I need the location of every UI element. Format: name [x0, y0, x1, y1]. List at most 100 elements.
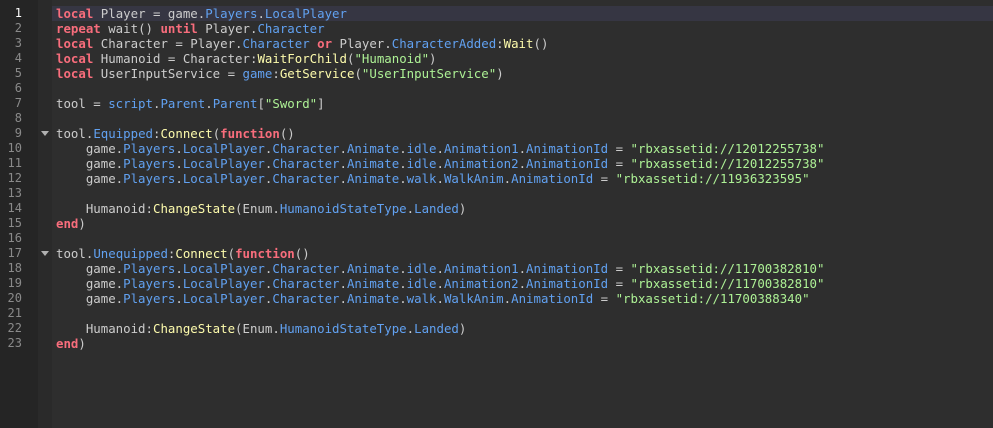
keyword-token: function — [220, 126, 280, 141]
identifier-token: . — [175, 261, 183, 276]
identifier-token: ) — [496, 66, 504, 81]
code-editor[interactable]: 1 2 3 4 5 6 7 8 9 10 11 12 13 14 15 16 17 18 19 20 21 22 23 lo… — [0, 0, 993, 428]
code-line[interactable]: game.Players.LocalPlayer.Character.Anima… — [52, 261, 993, 276]
code-line[interactable]: local Humanoid = Character:WaitForChild(… — [52, 51, 993, 66]
code-line-content: local UserInputService = game:GetService… — [56, 66, 504, 81]
property-token: Players — [123, 141, 176, 156]
code-line[interactable]: game.Players.LocalPlayer.Character.Anima… — [52, 141, 993, 156]
identifier-token: . — [518, 141, 527, 156]
code-line-content: game.Players.LocalPlayer.Character.Anima… — [56, 156, 825, 171]
code-line[interactable] — [52, 231, 993, 246]
identifier-token: ( — [227, 246, 236, 261]
line-number: 14 — [7, 201, 22, 215]
line-number: 8 — [14, 111, 22, 125]
property-token: Character — [272, 156, 340, 171]
property-token: Players — [123, 261, 176, 276]
property-token: walk — [406, 291, 437, 306]
code-line[interactable]: tool.Equipped:Connect(function() — [52, 126, 993, 141]
identifier-token: . — [175, 141, 183, 156]
code-line-content: game.Players.LocalPlayer.Character.Anima… — [56, 291, 810, 306]
fold-arrow-icon[interactable] — [41, 131, 49, 136]
method-token: ChangeState — [152, 201, 236, 216]
code-line[interactable] — [52, 81, 993, 96]
property-token: Animation2 — [443, 276, 519, 291]
line-number: 11 — [7, 156, 22, 170]
code-line[interactable]: tool = script.Parent.Parent["Sword"] — [52, 96, 993, 111]
fold-arrow-icon[interactable] — [41, 251, 49, 256]
identifier-token: ) — [78, 216, 86, 231]
string-token: "Sword" — [264, 96, 318, 111]
property-token: AnimationId — [511, 291, 594, 306]
keyword-token: local — [56, 6, 94, 21]
identifier-token: Humanoid: — [56, 321, 153, 336]
line-number: 17 — [7, 246, 22, 260]
identifier-token: game. — [56, 261, 124, 276]
code-line[interactable]: local Character = Player.Character or Pl… — [52, 36, 993, 51]
line-number: 7 — [14, 96, 22, 110]
identifier-token: UserInputService = — [93, 66, 243, 81]
line-number: 12 — [7, 171, 22, 185]
property-token: WalkAnim — [443, 291, 504, 306]
property-token: Animate — [346, 156, 400, 171]
identifier-token: . — [339, 261, 347, 276]
keyword-token: end — [56, 216, 79, 231]
code-line[interactable]: local UserInputService = game:GetService… — [52, 66, 993, 81]
identifier-token: game. — [56, 291, 124, 306]
identifier-token: . — [399, 156, 407, 171]
identifier-token: = — [593, 171, 616, 186]
property-token: AnimationId — [511, 171, 594, 186]
identifier-token: . — [436, 291, 444, 306]
code-line[interactable] — [52, 111, 993, 126]
string-token: "rbxassetid://12012255738" — [630, 156, 825, 171]
code-line[interactable]: game.Players.LocalPlayer.Character.Anima… — [52, 156, 993, 171]
identifier-token: tool = — [56, 96, 109, 111]
code-line[interactable]: game.Players.LocalPlayer.Character.Anima… — [52, 291, 993, 306]
identifier-token: () — [279, 126, 295, 141]
property-token: Players — [123, 171, 176, 186]
identifier-token: : — [272, 66, 280, 81]
keyword-token: or — [317, 36, 333, 51]
property-token: Character — [257, 21, 325, 36]
identifier-token: = — [608, 276, 631, 291]
identifier-token: . — [339, 276, 347, 291]
code-line[interactable]: tool.Unequipped:Connect(function() — [52, 246, 993, 261]
keyword-token: until — [160, 21, 198, 36]
property-token: Character — [272, 261, 340, 276]
code-line[interactable]: game.Players.LocalPlayer.Character.Anima… — [52, 276, 993, 291]
line-number: 20 — [7, 291, 22, 305]
identifier-token: . — [399, 171, 407, 186]
property-token: AnimationId — [526, 276, 609, 291]
identifier-token: . — [175, 276, 183, 291]
identifier-token: . — [399, 291, 407, 306]
code-line-content: game.Players.LocalPlayer.Character.Anima… — [56, 261, 825, 276]
code-line-content: tool.Unequipped:Connect(function() — [56, 246, 310, 261]
property-token: Character — [272, 141, 340, 156]
code-line[interactable]: Humanoid:ChangeState(Enum.HumanoidStateT… — [52, 321, 993, 336]
identifier-token: . — [399, 261, 407, 276]
code-line-content: game.Players.LocalPlayer.Character.Anima… — [56, 171, 810, 186]
code-line[interactable]: end) — [52, 216, 993, 231]
property-token: Equipped — [93, 126, 153, 141]
line-number: 4 — [14, 51, 22, 65]
line-number: 15 — [7, 216, 22, 230]
identifier-token: ( — [354, 66, 362, 81]
code-line[interactable]: end) — [52, 336, 993, 351]
code-line[interactable]: Humanoid:ChangeState(Enum.HumanoidStateT… — [52, 201, 993, 216]
code-line-content: local Player = game.Players.LocalPlayer — [56, 6, 347, 21]
identifier-token: . — [503, 291, 512, 306]
code-line[interactable]: local Player = game.Players.LocalPlayer — [52, 6, 993, 21]
property-token: idle — [406, 141, 437, 156]
identifier-token: Player. — [332, 36, 392, 51]
line-number: 22 — [7, 321, 22, 335]
code-line[interactable] — [52, 186, 993, 201]
property-token: Animate — [346, 276, 400, 291]
property-token: WalkAnim — [443, 171, 504, 186]
code-text-area[interactable]: local Player = game.Players.LocalPlayer r… — [52, 0, 993, 428]
keyword-token: repeat — [56, 21, 101, 36]
identifier-token: ) — [429, 51, 437, 66]
code-line[interactable]: game.Players.LocalPlayer.Character.Anima… — [52, 171, 993, 186]
identifier-token: ) — [458, 201, 467, 216]
code-line[interactable]: repeat wait() until Player.Character — [52, 21, 993, 36]
code-line[interactable] — [52, 306, 993, 321]
fold-column — [38, 0, 52, 428]
